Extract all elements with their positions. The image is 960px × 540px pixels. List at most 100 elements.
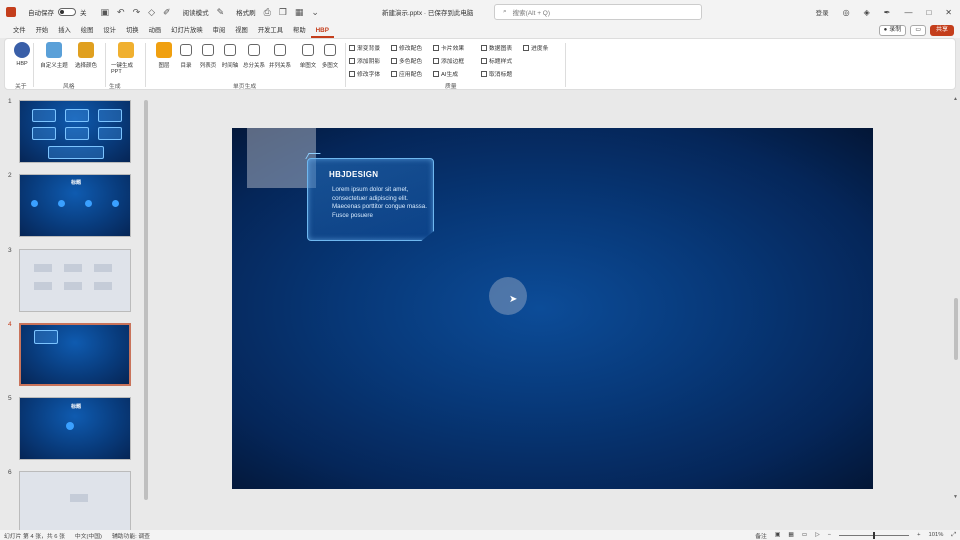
slideshow-icon[interactable]: ▷ bbox=[815, 532, 819, 538]
ribbon-checkbox[interactable]: 数据图表 bbox=[481, 43, 512, 52]
checkbox-icon[interactable] bbox=[481, 57, 487, 64]
checkbox-label: 修改字体 bbox=[357, 72, 381, 78]
tab-1[interactable]: 开始 bbox=[31, 24, 54, 38]
sorter-view-icon[interactable]: ▦ bbox=[788, 532, 793, 538]
pen-icon[interactable]: ✎ bbox=[217, 7, 225, 18]
normal-view-icon[interactable]: ▣ bbox=[775, 532, 780, 538]
tab-11[interactable]: 帮助 bbox=[288, 24, 311, 38]
checkbox-icon[interactable] bbox=[433, 44, 439, 51]
search-input[interactable]: ⌕ 搜索(Alt + Q) bbox=[494, 4, 702, 20]
ribbon-checkbox[interactable]: 取消标题 bbox=[481, 69, 512, 78]
document-title[interactable]: 新建演示.pptx · 已保存到此电脑 bbox=[382, 7, 473, 17]
ribbon-checkbox[interactable]: 标题样式 bbox=[481, 56, 512, 65]
ribbon-separator bbox=[105, 43, 106, 87]
scroll-down-icon[interactable]: ▼ bbox=[953, 494, 958, 500]
slide-thumbnail-4[interactable] bbox=[19, 323, 131, 386]
checkbox-icon[interactable] bbox=[481, 44, 487, 51]
format-painter-button[interactable]: 格式刷 bbox=[236, 7, 256, 18]
thumbnails-scrollbar[interactable] bbox=[144, 100, 148, 500]
shapes-icon[interactable]: ◇ bbox=[148, 7, 155, 18]
tab-8[interactable]: 审阅 bbox=[208, 24, 231, 38]
ribbon-button-1[interactable]: 自定义主题 bbox=[39, 42, 69, 69]
zoom-out-icon[interactable]: − bbox=[828, 532, 831, 538]
share-button[interactable]: 共享 bbox=[929, 25, 954, 36]
checkbox-icon[interactable] bbox=[349, 70, 355, 77]
undo-icon[interactable]: ↶ bbox=[117, 7, 125, 18]
slide-thumbnail-6[interactable] bbox=[19, 471, 131, 534]
maximize-icon[interactable]: □ bbox=[926, 8, 931, 17]
tab-9[interactable]: 视图 bbox=[230, 24, 253, 38]
ribbon-button-9[interactable]: 并列关系 bbox=[265, 42, 295, 69]
comments-button[interactable]: ▭ bbox=[910, 25, 926, 36]
tab-6[interactable]: 动画 bbox=[144, 24, 167, 38]
zoom-level[interactable]: 101% bbox=[929, 532, 944, 538]
notes-button[interactable]: 备注 bbox=[755, 531, 767, 540]
slide-thumbnail-1[interactable] bbox=[19, 100, 131, 163]
tab-10[interactable]: 开发工具 bbox=[253, 24, 288, 38]
copilot-icon[interactable]: ◎ bbox=[843, 8, 850, 17]
pen-sign-icon[interactable]: ✒ bbox=[884, 8, 891, 17]
thumbnail-number: 2 bbox=[8, 172, 12, 179]
content-card[interactable]: HBJDESIGN Lorem ipsum dolor sit amet, co… bbox=[307, 158, 434, 241]
ribbon-checkbox[interactable]: 添加阴影 bbox=[349, 56, 380, 65]
checkbox-icon[interactable] bbox=[433, 57, 439, 64]
checkbox-icon[interactable] bbox=[433, 70, 439, 77]
ribbon-checkbox[interactable]: 进度条 bbox=[523, 43, 548, 52]
card-body-text[interactable]: Lorem ipsum dolor sit amet, consectetuer… bbox=[332, 186, 430, 220]
checkbox-label: 应用配色 bbox=[399, 72, 423, 78]
diamond-icon[interactable]: ◈ bbox=[864, 8, 870, 17]
reading-view-icon[interactable]: ▭ bbox=[802, 532, 807, 538]
scroll-up-icon[interactable]: ▲ bbox=[953, 96, 958, 102]
autosave-control[interactable]: 自动保存 关 bbox=[28, 7, 87, 17]
checkbox-icon[interactable] bbox=[391, 70, 397, 77]
reading-mode-button[interactable]: 阅读模式 bbox=[183, 7, 209, 18]
language-status[interactable]: 中文(中国) bbox=[75, 531, 102, 540]
tab-3[interactable]: 绘图 bbox=[76, 24, 99, 38]
tab-12[interactable]: HBP bbox=[310, 24, 334, 38]
checkbox-icon[interactable] bbox=[349, 44, 355, 51]
more-icon[interactable]: ⌄ bbox=[311, 7, 319, 18]
ribbon-button-11[interactable]: 多图文 bbox=[315, 42, 345, 69]
ribbon-checkbox[interactable]: 修改字体 bbox=[349, 69, 380, 78]
copy-icon[interactable]: ❐ bbox=[279, 7, 287, 18]
slide-thumbnail-2[interactable]: 标题 bbox=[19, 174, 131, 237]
slide-scrollbar[interactable] bbox=[954, 298, 958, 360]
current-slide[interactable]: HBJDESIGN Lorem ipsum dolor sit amet, co… bbox=[232, 128, 873, 489]
record-button[interactable]: ● 录制 bbox=[878, 25, 907, 36]
zoom-in-icon[interactable]: + bbox=[917, 532, 920, 538]
ribbon-checkbox[interactable]: 添加边框 bbox=[433, 56, 464, 65]
print-icon[interactable]: ⎙ bbox=[264, 7, 271, 18]
ribbon-checkbox[interactable]: 应用配色 bbox=[391, 69, 422, 78]
slide-thumbnail-5[interactable]: 标题 bbox=[19, 397, 131, 460]
user-account[interactable]: 登录 bbox=[816, 7, 829, 17]
save-icon[interactable]: ▣ bbox=[101, 7, 110, 18]
redo-icon[interactable]: ↷ bbox=[133, 7, 141, 18]
checkbox-icon[interactable] bbox=[349, 57, 355, 64]
fit-slide-icon[interactable]: ⤢ bbox=[951, 532, 956, 539]
tab-4[interactable]: 设计 bbox=[98, 24, 121, 38]
card-title[interactable]: HBJDESIGN bbox=[329, 170, 378, 179]
checkbox-icon[interactable] bbox=[523, 44, 529, 51]
checkbox-icon[interactable] bbox=[481, 70, 487, 77]
minimize-icon[interactable]: — bbox=[904, 8, 912, 17]
accessibility-status[interactable]: 辅助功能: 调查 bbox=[112, 531, 150, 540]
tab-7[interactable]: 幻灯片放映 bbox=[166, 24, 207, 38]
tab-2[interactable]: 插入 bbox=[53, 24, 76, 38]
slide-thumbnail-3[interactable] bbox=[19, 249, 131, 312]
zoom-slider[interactable] bbox=[839, 531, 910, 539]
layout-icon[interactable]: ▦ bbox=[295, 7, 304, 18]
ribbon-checkbox[interactable]: 修改配色 bbox=[391, 43, 422, 52]
autosave-toggle[interactable] bbox=[58, 8, 76, 16]
ribbon-checkbox[interactable]: 多色配色 bbox=[391, 56, 422, 65]
tab-0[interactable]: 文件 bbox=[8, 24, 31, 38]
ribbon-button-3[interactable]: 一键生成PPT bbox=[111, 42, 141, 75]
close-icon[interactable]: ✕ bbox=[945, 8, 952, 17]
checkbox-icon[interactable] bbox=[391, 44, 397, 51]
ribbon-checkbox[interactable]: AI生成 bbox=[433, 69, 458, 78]
tab-5[interactable]: 切换 bbox=[121, 24, 144, 38]
checkbox-icon[interactable] bbox=[391, 57, 397, 64]
brush-icon[interactable]: ✐ bbox=[163, 7, 171, 18]
ribbon-button-2[interactable]: 选择颜色 bbox=[71, 42, 101, 69]
ribbon-checkbox[interactable]: 卡片效果 bbox=[433, 43, 464, 52]
ribbon-checkbox[interactable]: 渐变背景 bbox=[349, 43, 380, 52]
